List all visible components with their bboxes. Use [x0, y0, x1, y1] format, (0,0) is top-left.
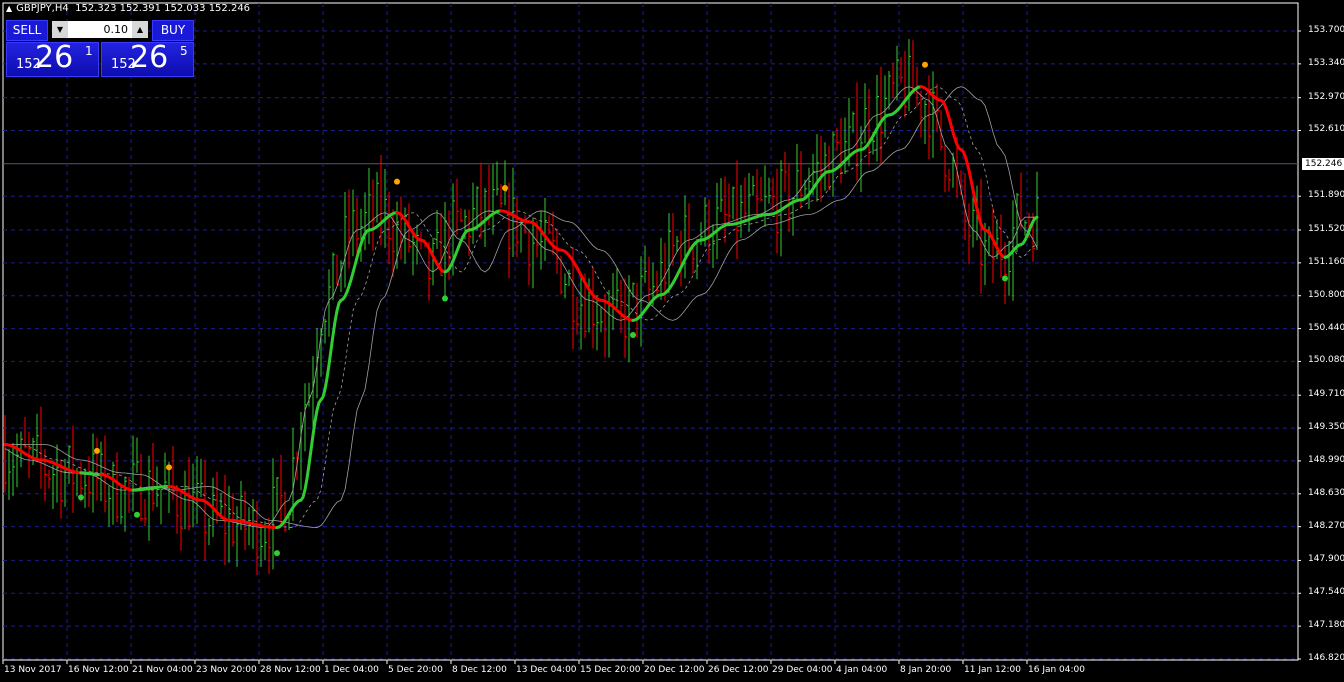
lower-band-line [5, 86, 1038, 528]
y-tick-label: 152.610 [1308, 124, 1344, 135]
signal-dot-top [922, 61, 928, 68]
x-tick-label: 20 Dec 12:00 [644, 665, 705, 675]
upper-band-line [4, 86, 1037, 528]
ask-pip: 5 [180, 44, 188, 58]
x-tick-label: 8 Dec 12:00 [452, 665, 507, 675]
current-price-tag: 152.246 [1302, 157, 1344, 170]
one-click-trading-panel: SELL ▼ 0.10 ▲ BUY 152 26 1 152 26 5 [6, 20, 194, 77]
signal-dot-bottom [274, 550, 280, 557]
ma-segment-up [767, 198, 803, 216]
x-tick-label: 16 Nov 12:00 [68, 665, 129, 675]
signal-dot-top [166, 464, 172, 471]
bid-price-button[interactable]: 152 26 1 [6, 40, 99, 77]
lot-size-stepper[interactable]: ▼ 0.10 ▲ [52, 21, 148, 38]
y-tick-label: 149.350 [1308, 422, 1344, 433]
ma-segment-up [79, 471, 103, 477]
x-tick-label: 1 Dec 04:00 [324, 665, 379, 675]
bid-pip: 1 [85, 44, 93, 58]
y-tick-label: 148.630 [1308, 487, 1344, 498]
y-tick-label: 151.890 [1308, 190, 1344, 201]
y-tick-label: 150.080 [1308, 355, 1344, 366]
x-tick-label: 5 Dec 20:00 [388, 665, 443, 675]
y-tick-label: 153.700 [1308, 25, 1344, 35]
y-tick-label: 147.540 [1308, 587, 1344, 598]
chart-title: ▲ GBPJPY,H4 152.323 152.391 152.033 152.2… [6, 3, 250, 14]
decrease-lot-icon[interactable]: ▼ [52, 21, 68, 38]
increase-lot-icon[interactable]: ▲ [132, 21, 148, 38]
y-tick-label: 148.990 [1308, 454, 1344, 465]
x-tick-label: 26 Dec 12:00 [708, 665, 769, 675]
x-tick-label: 8 Jan 20:00 [900, 665, 952, 675]
x-tick-label: 11 Jan 12:00 [964, 665, 1021, 675]
y-tick-label: 147.900 [1308, 554, 1344, 565]
x-tick-label: 15 Dec 20:00 [580, 665, 641, 675]
y-tick-label: 153.340 [1308, 57, 1344, 68]
signal-dot-bottom [630, 331, 636, 338]
ohlc-readout: 152.323 152.391 152.033 152.246 [75, 3, 251, 14]
sell-button[interactable]: SELL [6, 20, 48, 41]
buy-button[interactable]: BUY [152, 20, 194, 41]
y-tick-label: 149.710 [1308, 389, 1344, 400]
bid-big: 26 [35, 40, 74, 75]
collapse-triangle-icon[interactable]: ▲ [6, 4, 12, 13]
chart-frame [2, 2, 1299, 661]
signal-dot-bottom [442, 295, 448, 302]
y-tick-label: 148.270 [1308, 520, 1344, 531]
x-tick-label: 13 Dec 04:00 [516, 665, 577, 675]
ask-price-button[interactable]: 152 26 5 [101, 40, 194, 77]
signal-dot-top [394, 178, 400, 185]
signal-dot-top [502, 185, 508, 191]
y-tick-label: 152.970 [1308, 91, 1344, 102]
y-tick-label: 151.160 [1308, 256, 1344, 267]
price-chart[interactable] [0, 0, 1344, 682]
signal-dot-top [94, 447, 100, 454]
x-tick-label: 4 Jan 04:00 [836, 665, 888, 675]
x-tick-label: 28 Nov 12:00 [260, 665, 321, 675]
y-tick-label: 146.820 [1308, 653, 1344, 663]
lot-size-input[interactable]: 0.10 [70, 21, 130, 38]
ask-big: 26 [130, 40, 169, 75]
x-tick-label: 13 Nov 2017 [4, 665, 62, 675]
middle-band-line [5, 86, 1038, 528]
signal-dot-bottom [78, 494, 84, 501]
y-tick-label: 151.520 [1308, 223, 1344, 234]
signal-dot-bottom [134, 511, 140, 518]
x-tick-label: 16 Jan 04:00 [1028, 665, 1085, 675]
signal-dot-bottom [1002, 275, 1008, 282]
y-tick-label: 147.180 [1308, 620, 1344, 631]
x-tick-label: 23 Nov 20:00 [196, 665, 257, 675]
y-tick-label: 150.440 [1308, 322, 1344, 333]
symbol-label: GBPJPY,H4 [16, 3, 69, 14]
y-tick-label: 150.800 [1308, 289, 1344, 300]
x-tick-label: 21 Nov 04:00 [132, 665, 193, 675]
x-tick-label: 29 Dec 04:00 [772, 665, 833, 675]
